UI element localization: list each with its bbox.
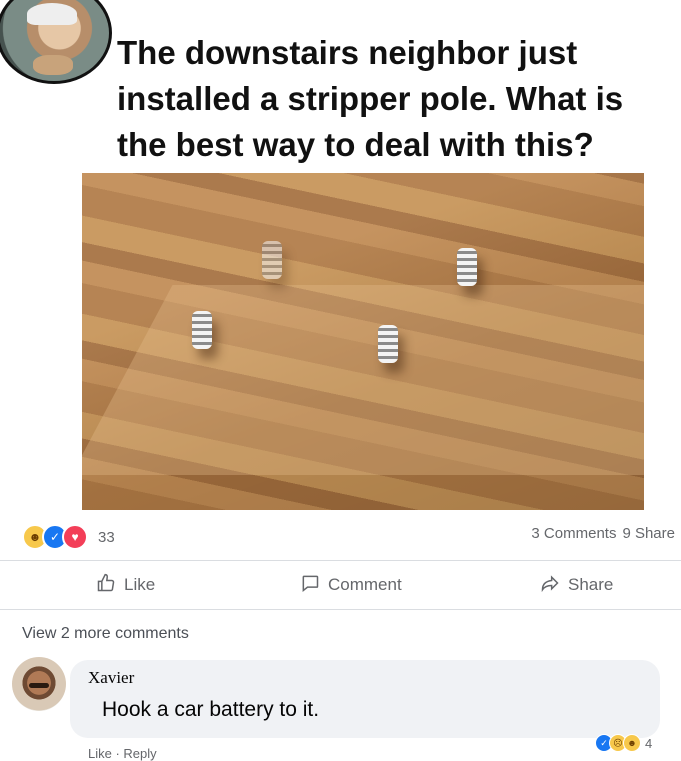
comment-reactions[interactable]: ✓ ☹ ☻ 4 bbox=[595, 734, 652, 752]
haha-icon: ☻ bbox=[623, 734, 641, 752]
reaction-icons: ☻ ✓ ♥ bbox=[22, 524, 88, 550]
post-text: The downstairs neighbor just installed a… bbox=[117, 34, 624, 163]
comments-count-link[interactable]: 3 Comments bbox=[531, 525, 616, 542]
reaction-count: 33 bbox=[98, 528, 115, 546]
comment-text: Hook a car battery to it. bbox=[102, 698, 320, 721]
share-arrow-icon bbox=[540, 573, 560, 598]
floor-board bbox=[82, 285, 644, 475]
view-more-comments-link[interactable]: View 2 more comments bbox=[22, 625, 189, 643]
reaction-summary[interactable]: ☻ ✓ ♥ 33 bbox=[22, 524, 115, 550]
poster-avatar[interactable] bbox=[0, 0, 112, 84]
divider bbox=[0, 560, 681, 561]
thumbs-up-icon bbox=[96, 573, 116, 598]
comment-actions[interactable]: Like · Reply bbox=[88, 746, 157, 761]
post-stats: 3 Comments 9 Share bbox=[531, 525, 675, 542]
shares-count-link[interactable]: 9 Share bbox=[622, 525, 675, 542]
commenter-avatar[interactable] bbox=[12, 657, 66, 711]
share-button[interactable]: Share bbox=[540, 573, 613, 598]
like-button[interactable]: Like bbox=[96, 573, 155, 598]
comment-button[interactable]: Comment bbox=[300, 573, 402, 598]
screw bbox=[192, 311, 212, 349]
love-icon: ♥ bbox=[62, 524, 88, 550]
comment-reaction-count: 4 bbox=[645, 735, 653, 751]
speech-bubble-icon bbox=[300, 573, 320, 598]
post-actions: Like Comment Share bbox=[0, 562, 681, 608]
comment-label: Comment bbox=[328, 575, 402, 594]
screw bbox=[262, 241, 282, 279]
screw bbox=[378, 325, 398, 363]
like-label: Like bbox=[124, 575, 156, 594]
commenter-name[interactable]: Xavier bbox=[88, 668, 134, 688]
divider bbox=[0, 609, 681, 610]
share-label: Share bbox=[568, 575, 614, 594]
comment-bubble: Xavier Hook a car battery to it. bbox=[70, 660, 660, 738]
screw bbox=[457, 248, 477, 286]
post-photo[interactable] bbox=[82, 173, 644, 510]
